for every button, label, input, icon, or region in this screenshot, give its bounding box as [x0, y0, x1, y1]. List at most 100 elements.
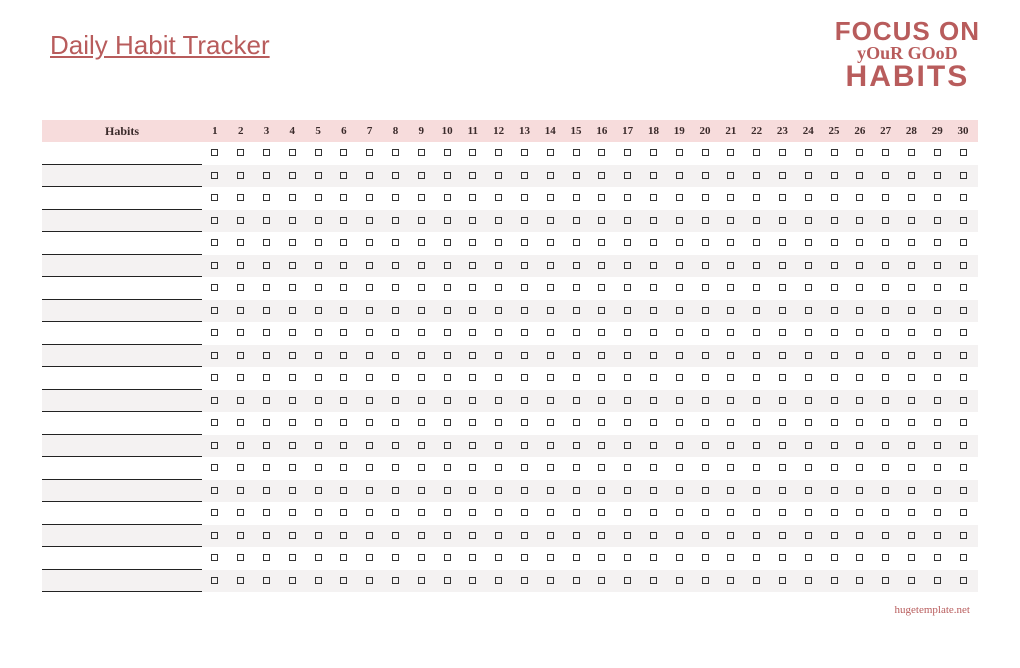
checkbox-cell[interactable]: [563, 148, 589, 158]
checkbox-cell[interactable]: [460, 576, 486, 586]
checkbox-cell[interactable]: [589, 351, 615, 361]
checkbox-cell[interactable]: [873, 283, 899, 293]
checkbox-cell[interactable]: [357, 486, 383, 496]
checkbox-cell[interactable]: [486, 351, 512, 361]
checkbox-cell[interactable]: [563, 238, 589, 248]
checkbox-cell[interactable]: [770, 328, 796, 338]
checkbox-cell[interactable]: [202, 351, 228, 361]
checkbox-cell[interactable]: [383, 373, 409, 383]
checkbox-cell[interactable]: [383, 441, 409, 451]
checkbox-cell[interactable]: [512, 306, 538, 316]
checkbox-cell[interactable]: [434, 216, 460, 226]
checkbox-cell[interactable]: [254, 373, 280, 383]
checkbox-cell[interactable]: [408, 193, 434, 203]
checkbox-cell[interactable]: [383, 216, 409, 226]
checkbox-cell[interactable]: [847, 328, 873, 338]
checkbox-cell[interactable]: [202, 148, 228, 158]
checkbox-cell[interactable]: [744, 463, 770, 473]
checkbox-cell[interactable]: [383, 351, 409, 361]
checkbox-cell[interactable]: [873, 396, 899, 406]
checkbox-cell[interactable]: [563, 508, 589, 518]
checkbox-cell[interactable]: [950, 553, 976, 563]
checkbox-cell[interactable]: [408, 508, 434, 518]
checkbox-cell[interactable]: [357, 261, 383, 271]
checkbox-cell[interactable]: [228, 261, 254, 271]
checkbox-cell[interactable]: [950, 306, 976, 316]
checkbox-cell[interactable]: [692, 351, 718, 361]
checkbox-cell[interactable]: [537, 171, 563, 181]
checkbox-cell[interactable]: [770, 508, 796, 518]
checkbox-cell[interactable]: [641, 306, 667, 316]
checkbox-cell[interactable]: [486, 261, 512, 271]
checkbox-cell[interactable]: [615, 283, 641, 293]
checkbox-cell[interactable]: [847, 238, 873, 248]
checkbox-cell[interactable]: [666, 306, 692, 316]
checkbox-cell[interactable]: [615, 373, 641, 383]
checkbox-cell[interactable]: [434, 351, 460, 361]
checkbox-cell[interactable]: [305, 396, 331, 406]
checkbox-cell[interactable]: [615, 261, 641, 271]
checkbox-cell[interactable]: [202, 216, 228, 226]
checkbox-cell[interactable]: [873, 486, 899, 496]
checkbox-cell[interactable]: [228, 351, 254, 361]
checkbox-cell[interactable]: [718, 576, 744, 586]
checkbox-cell[interactable]: [228, 283, 254, 293]
checkbox-cell[interactable]: [873, 373, 899, 383]
checkbox-cell[interactable]: [950, 261, 976, 271]
checkbox-cell[interactable]: [563, 261, 589, 271]
checkbox-cell[interactable]: [821, 283, 847, 293]
checkbox-cell[interactable]: [460, 508, 486, 518]
checkbox-cell[interactable]: [331, 531, 357, 541]
checkbox-cell[interactable]: [666, 261, 692, 271]
checkbox-cell[interactable]: [331, 576, 357, 586]
checkbox-cell[interactable]: [821, 216, 847, 226]
habit-name-cell[interactable]: [42, 142, 202, 165]
checkbox-cell[interactable]: [615, 508, 641, 518]
checkbox-cell[interactable]: [641, 328, 667, 338]
checkbox-cell[interactable]: [434, 328, 460, 338]
checkbox-cell[interactable]: [821, 576, 847, 586]
checkbox-cell[interactable]: [589, 328, 615, 338]
checkbox-cell[interactable]: [873, 553, 899, 563]
checkbox-cell[interactable]: [641, 171, 667, 181]
checkbox-cell[interactable]: [718, 463, 744, 473]
checkbox-cell[interactable]: [254, 486, 280, 496]
checkbox-cell[interactable]: [744, 216, 770, 226]
checkbox-cell[interactable]: [357, 351, 383, 361]
checkbox-cell[interactable]: [847, 148, 873, 158]
checkbox-cell[interactable]: [279, 148, 305, 158]
checkbox-cell[interactable]: [408, 148, 434, 158]
checkbox-cell[interactable]: [512, 463, 538, 473]
checkbox-cell[interactable]: [821, 486, 847, 496]
checkbox-cell[interactable]: [331, 238, 357, 248]
checkbox-cell[interactable]: [692, 508, 718, 518]
checkbox-cell[interactable]: [202, 486, 228, 496]
checkbox-cell[interactable]: [537, 463, 563, 473]
habit-name-cell[interactable]: [42, 570, 202, 593]
checkbox-cell[interactable]: [847, 216, 873, 226]
checkbox-cell[interactable]: [512, 216, 538, 226]
checkbox-cell[interactable]: [305, 171, 331, 181]
checkbox-cell[interactable]: [589, 193, 615, 203]
checkbox-cell[interactable]: [512, 193, 538, 203]
checkbox-cell[interactable]: [744, 373, 770, 383]
checkbox-cell[interactable]: [563, 418, 589, 428]
checkbox-cell[interactable]: [408, 553, 434, 563]
checkbox-cell[interactable]: [666, 486, 692, 496]
checkbox-cell[interactable]: [589, 576, 615, 586]
checkbox-cell[interactable]: [563, 441, 589, 451]
checkbox-cell[interactable]: [331, 216, 357, 226]
checkbox-cell[interactable]: [383, 463, 409, 473]
checkbox-cell[interactable]: [331, 148, 357, 158]
checkbox-cell[interactable]: [589, 531, 615, 541]
checkbox-cell[interactable]: [744, 351, 770, 361]
checkbox-cell[interactable]: [718, 216, 744, 226]
checkbox-cell[interactable]: [512, 553, 538, 563]
checkbox-cell[interactable]: [899, 463, 925, 473]
checkbox-cell[interactable]: [744, 531, 770, 541]
checkbox-cell[interactable]: [718, 351, 744, 361]
checkbox-cell[interactable]: [305, 531, 331, 541]
checkbox-cell[interactable]: [202, 576, 228, 586]
checkbox-cell[interactable]: [821, 171, 847, 181]
habit-name-cell[interactable]: [42, 547, 202, 570]
